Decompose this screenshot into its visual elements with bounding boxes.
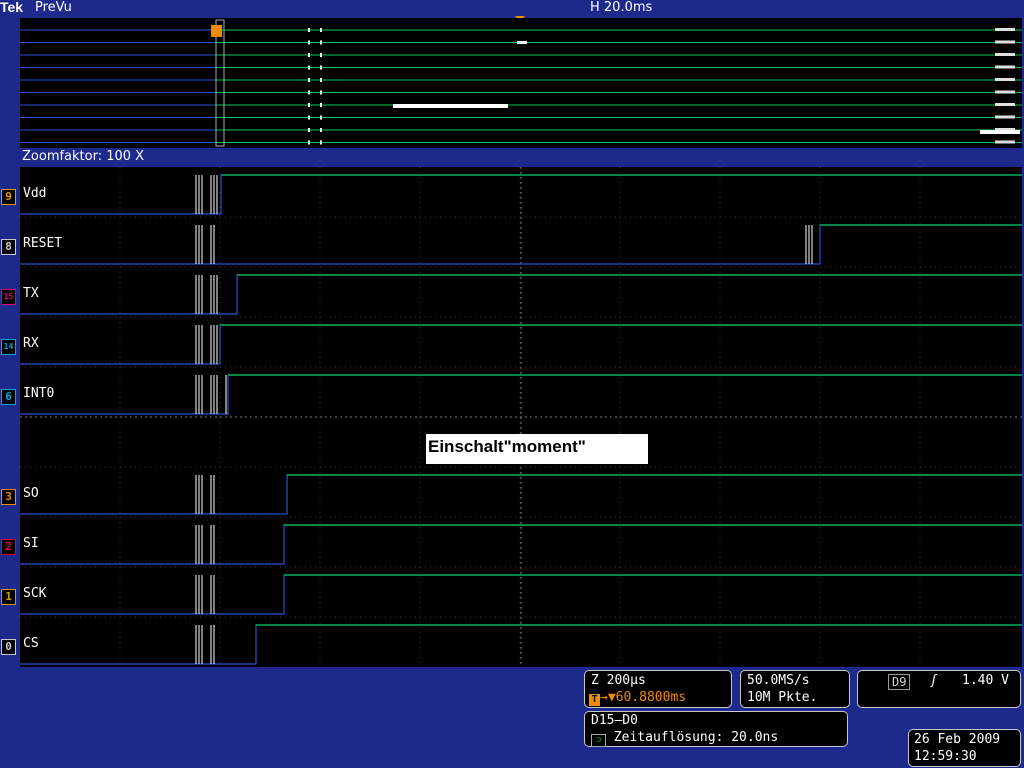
time: 12:59:30: [914, 749, 977, 764]
overview-burst: [308, 78, 310, 82]
overview-burst: [308, 28, 310, 32]
overview-burst: [995, 53, 1015, 56]
channel-name-tx: TX: [23, 286, 39, 301]
channel-name-vdd: Vdd: [23, 186, 47, 201]
overview-burst: [308, 53, 310, 57]
timing-mode-icon: ⊐: [591, 734, 606, 747]
zoom-info-box[interactable]: Z 200µs T →▼60.8800ms: [584, 670, 732, 708]
overview-burst: [320, 28, 322, 32]
zoom-trigger-position: T →▼60.8800ms: [589, 690, 686, 706]
channel-name-rx: RX: [23, 336, 39, 351]
overview-burst: [308, 65, 310, 70]
overview-burst: [995, 90, 1015, 94]
zoomed-waveform-panel[interactable]: [20, 167, 1022, 667]
overview-burst: [995, 115, 1015, 119]
channel-name-so: SO: [23, 486, 39, 501]
channel-marker-8[interactable]: 8: [1, 239, 16, 255]
overview-burst: [995, 78, 1015, 81]
channel-marker-0[interactable]: 0: [1, 639, 16, 655]
overview-activity: [517, 41, 527, 44]
overview-burst: [995, 65, 1015, 69]
sample-rate: 50.0MS/s: [747, 673, 810, 688]
overview-trigger-icon: [211, 25, 222, 37]
acquisition-info-box[interactable]: 50.0MS/s 10M Pkte.: [740, 670, 850, 708]
overview-waveforms: [20, 19, 1022, 147]
overview-burst: [308, 90, 310, 95]
channel-name-reset: RESET: [23, 236, 63, 251]
bus-name: D15–D0: [591, 713, 638, 728]
overview-burst: [320, 115, 322, 120]
channel-marker-2[interactable]: 2: [1, 539, 16, 555]
timing-resolution-value: Zeitauflösung: 20.0ns: [613, 730, 779, 745]
annotation-label: Einschalt"moment": [426, 434, 648, 464]
zoom-timebase: Z 200µs: [591, 673, 646, 688]
channel-marker-9[interactable]: 9: [1, 189, 16, 205]
trigger-info-box[interactable]: D9 ʃ 1.40 V: [857, 670, 1021, 708]
overview-burst: [308, 40, 310, 45]
overview-burst: [320, 65, 322, 70]
overview-burst: [320, 128, 322, 132]
overview-burst: [995, 103, 1015, 106]
overview-burst: [320, 103, 322, 107]
datetime-box: 26 Feb 2009 12:59:30: [908, 729, 1021, 767]
trigger-t-icon: T: [589, 694, 600, 706]
overview-burst: [995, 40, 1015, 44]
trigger-source: D9: [888, 674, 911, 690]
overview-waveform-panel[interactable]: [20, 18, 1022, 148]
overview-activity: [393, 104, 508, 108]
overview-burst: [308, 103, 310, 107]
channel-name-sck: SCK: [23, 586, 47, 601]
main-waveforms: [20, 167, 1022, 667]
trigger-level: 1.40 V: [962, 673, 1009, 688]
zoom-factor-label: Zoomfaktor: 100 X: [22, 149, 145, 164]
channel-marker-3[interactable]: 3: [1, 489, 16, 505]
date: 26 Feb 2009: [914, 732, 1001, 747]
overview-burst: [320, 40, 322, 45]
prevu-label: PreVu: [35, 0, 72, 15]
bus-info-box[interactable]: D15–D0 ⊐ Zeitauflösung: 20.0ns: [584, 711, 848, 747]
top-status-bar: Tek PreVu H 20.0ms: [0, 0, 1024, 16]
record-length: 10M Pkte.: [747, 690, 818, 705]
brand-logo: Tek: [0, 0, 24, 15]
overview-burst: [308, 140, 310, 145]
overview-activity: [980, 130, 1020, 134]
channel-marker-15[interactable]: 15: [1, 289, 16, 305]
overview-burst: [308, 128, 310, 132]
channel-marker-column: 9 8 15 14 6 3 2 1 0: [0, 167, 20, 667]
channel-marker-6[interactable]: 6: [1, 389, 16, 405]
timing-resolution: ⊐ Zeitauflösung: 20.0ns: [591, 730, 778, 747]
rising-edge-icon: ʃ: [930, 673, 938, 688]
zoom-window-marker: [215, 19, 225, 147]
channel-name-int0: INT0: [23, 386, 55, 401]
channel-name-cs: CS: [23, 636, 39, 651]
channel-marker-1[interactable]: 1: [1, 589, 16, 605]
overview-burst: [320, 90, 322, 95]
overview-burst: [995, 140, 1015, 144]
overview-burst: [320, 78, 322, 82]
overview-burst: [320, 53, 322, 57]
channel-name-si: SI: [23, 536, 39, 551]
trigger-position-value: 60.8800ms: [615, 690, 687, 705]
overview-burst: [995, 28, 1015, 31]
overview-burst: [320, 140, 322, 145]
channel-marker-14[interactable]: 14: [1, 339, 16, 355]
overview-burst: [308, 115, 310, 120]
horizontal-scale[interactable]: H 20.0ms: [590, 0, 652, 15]
